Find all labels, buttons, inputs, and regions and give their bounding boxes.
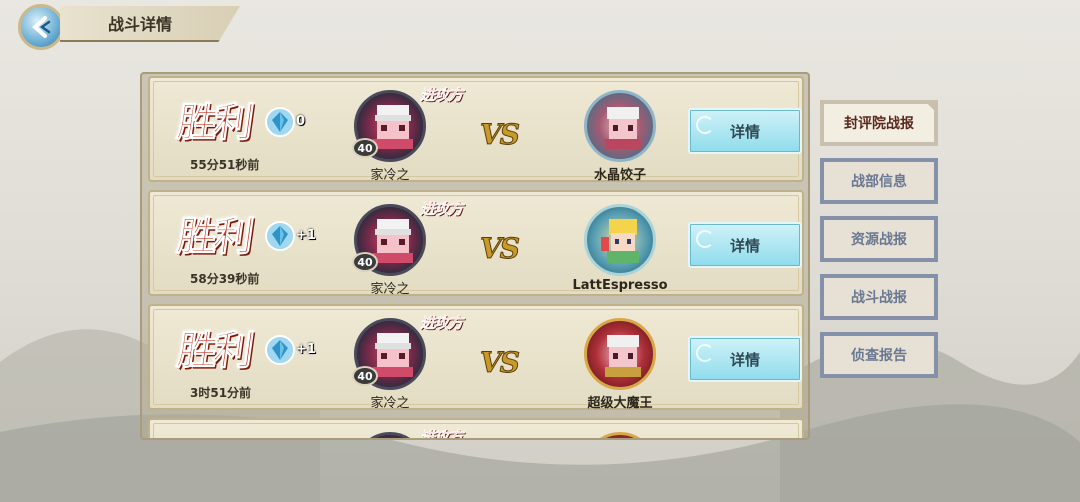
corner-fold-icon	[924, 100, 938, 114]
tab-guild-info[interactable]: 战部信息	[820, 158, 938, 204]
level-badge: 40	[352, 138, 378, 158]
gem-count: +1	[296, 228, 316, 243]
battle-card: 胜利 0 55分51秒前 40 进攻方 家冷之 VS 水晶饺子 详情	[148, 76, 804, 183]
attacker-avatar[interactable]	[354, 432, 426, 438]
gem-icon	[265, 221, 295, 251]
defender-name: LattEspresso	[572, 278, 668, 293]
battle-card: 进攻方	[148, 418, 804, 440]
defender-avatar[interactable]	[584, 432, 656, 438]
battle-list[interactable]: 胜利 0 55分51秒前 40 进攻方 家冷之 VS 水晶饺子 详情 胜利 +1…	[140, 72, 810, 440]
tab-label: 资源战报	[851, 232, 907, 248]
tab-label: 战部信息	[851, 174, 907, 190]
tab-review-report[interactable]: 封评院战报	[820, 100, 938, 146]
detail-button[interactable]: 详情	[688, 336, 802, 382]
detail-button[interactable]: 详情	[688, 222, 802, 268]
vs-label: VS	[480, 232, 521, 266]
back-button[interactable]	[18, 4, 64, 50]
detail-button-label: 详情	[729, 350, 760, 369]
defender-avatar[interactable]	[584, 318, 656, 390]
defender-name: 超级大魔王	[587, 396, 653, 411]
back-arrow-icon	[32, 16, 51, 38]
level-badge: 40	[352, 252, 378, 272]
time-ago: 3时51分前	[190, 386, 252, 400]
attacker-tag: 进攻方	[420, 428, 463, 440]
gem-icon	[265, 335, 295, 365]
tab-label: 战斗战报	[851, 290, 907, 306]
pixel-character-icon	[605, 107, 641, 149]
victory-label: 胜利	[174, 327, 254, 375]
attacker-tag: 进攻方	[420, 200, 463, 218]
gem-icon	[265, 107, 295, 137]
title-plate: 战斗详情	[60, 6, 240, 42]
battle-card: 胜利 +1 3时51分前 40 进攻方 家冷之 VS 超级大魔王 详情	[148, 304, 804, 411]
detail-button-label: 详情	[729, 122, 760, 141]
vs-label: VS	[480, 118, 521, 152]
pixel-character-icon	[373, 219, 413, 263]
pixel-character-icon	[605, 335, 641, 377]
defender-avatar[interactable]	[584, 204, 656, 276]
attacker-tag: 进攻方	[420, 314, 463, 332]
attacker-name: 家冷之	[370, 168, 410, 183]
pixel-character-icon	[373, 333, 413, 377]
gem-count: 0	[296, 114, 306, 129]
pixel-character-icon	[373, 105, 413, 149]
tab-label: 封评院战报	[844, 116, 914, 132]
victory-label: 胜利	[174, 213, 254, 261]
time-ago: 55分51秒前	[190, 158, 260, 172]
cloud-swirl-icon	[696, 230, 714, 248]
tab-scout-report[interactable]: 侦查报告	[820, 332, 938, 378]
tab-label: 侦查报告	[851, 348, 907, 364]
victory-label: 胜利	[174, 99, 254, 147]
time-ago: 58分39秒前	[190, 272, 260, 286]
attacker-name: 家冷之	[370, 282, 410, 297]
battle-card: 胜利 +1 58分39秒前 40 进攻方 家冷之 VS LattEspresso	[148, 190, 804, 297]
defender-avatar[interactable]	[584, 90, 656, 162]
attacker-tag: 进攻方	[420, 86, 463, 104]
pixel-character-icon	[601, 219, 639, 263]
gem-count: +1	[296, 342, 316, 357]
defender-name: 水晶饺子	[593, 168, 646, 183]
detail-button-label: 详情	[729, 236, 760, 255]
cloud-swirl-icon	[696, 344, 714, 362]
page-title: 战斗详情	[108, 15, 173, 34]
cloud-swirl-icon	[696, 116, 714, 134]
level-badge: 40	[352, 366, 378, 386]
attacker-name: 家冷之	[370, 396, 410, 411]
vs-label: VS	[480, 346, 521, 380]
detail-button[interactable]: 详情	[688, 108, 802, 154]
tab-battle-report[interactable]: 战斗战报	[820, 274, 938, 320]
tab-resource-report[interactable]: 资源战报	[820, 216, 938, 262]
